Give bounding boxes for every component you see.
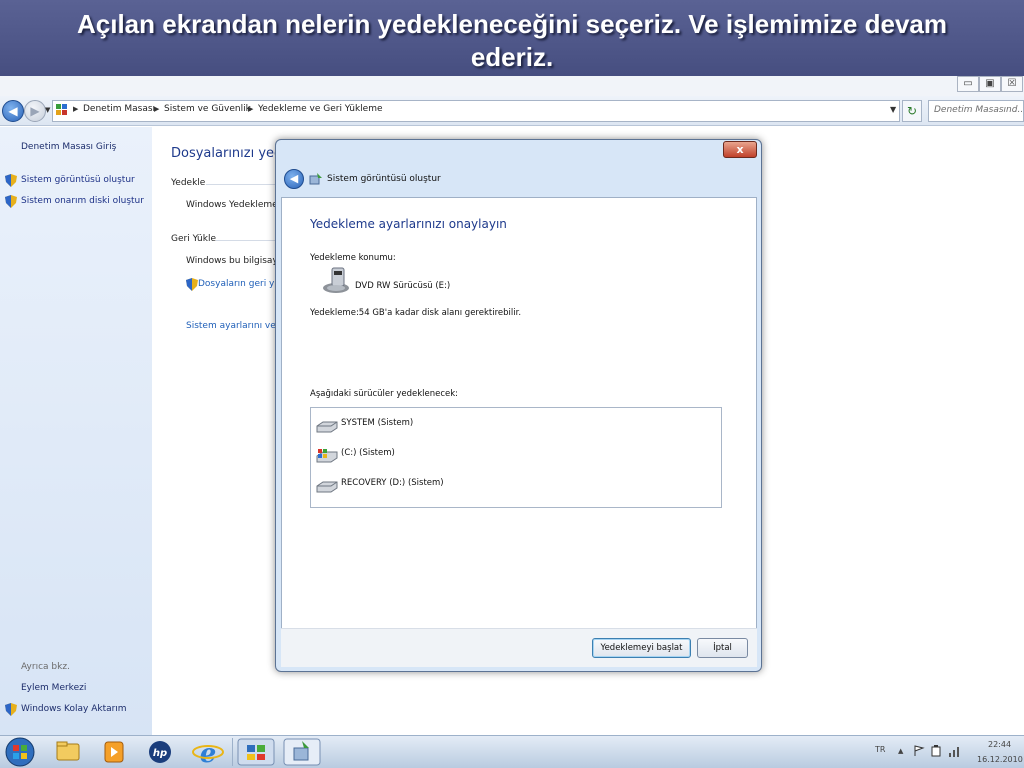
taskbar-separator bbox=[232, 738, 233, 766]
svg-text:hp: hp bbox=[153, 748, 167, 759]
media-player-icon[interactable] bbox=[94, 738, 134, 766]
hard-drive-icon bbox=[316, 481, 338, 493]
backup-status-text: Windows Yedekleme k bbox=[186, 200, 286, 210]
breadcrumb-control-panel[interactable]: Denetim Masası bbox=[83, 104, 155, 114]
start-button[interactable] bbox=[4, 736, 36, 768]
dialog-back-button[interactable]: ◀ bbox=[284, 169, 304, 189]
dialog-title: Sistem görüntüsü oluştur bbox=[327, 174, 441, 184]
restore-section-heading: Geri Yükle bbox=[171, 234, 216, 244]
close-window-button[interactable]: ☒ bbox=[1001, 76, 1023, 92]
create-system-image-dialog: x ◀ Sistem görüntüsü oluştur Yedekleme a… bbox=[275, 139, 762, 672]
easy-transfer-link[interactable]: Windows Kolay Aktarım bbox=[21, 704, 127, 714]
restore-description: Windows bu bilgisaya bbox=[186, 256, 284, 266]
minimize-button[interactable]: ▭ bbox=[957, 76, 979, 92]
explorer-taskbar-icon[interactable] bbox=[48, 738, 88, 766]
caption-line-1: Açılan ekrandan nelerin yedekleneceğini … bbox=[77, 9, 947, 39]
dialog-close-button[interactable]: x bbox=[723, 141, 757, 158]
uac-shield-icon bbox=[5, 174, 17, 187]
breadcrumb-chevron-icon: ▶ bbox=[154, 105, 160, 113]
uac-shield-icon bbox=[5, 703, 17, 716]
control-panel-taskbar-icon[interactable] bbox=[236, 738, 276, 766]
window-titlebar bbox=[0, 76, 1024, 96]
restore-files-link[interactable]: Dosyaların geri yük bbox=[198, 279, 285, 289]
see-also-label: Ayrıca bkz. bbox=[21, 662, 70, 672]
drive-list-item: SYSTEM (Sistem) bbox=[341, 418, 414, 428]
control-panel-icon bbox=[56, 104, 67, 115]
start-backup-button[interactable]: Yedeklemeyi başlat bbox=[592, 638, 691, 658]
search-input[interactable]: Denetim Masasınd... bbox=[928, 100, 1024, 122]
breadcrumb-chevron-icon: ▶ bbox=[248, 105, 254, 113]
dvd-drive-icon bbox=[323, 267, 349, 293]
backup-location-label: Yedekleme konumu: bbox=[310, 253, 396, 263]
backup-section-heading: Yedekle bbox=[171, 178, 206, 188]
hard-drive-icon bbox=[316, 421, 338, 433]
clock-date[interactable]: 16.12.2010 bbox=[977, 755, 1023, 764]
required-space-note: Yedekleme:54 GB'a kadar disk alanı gerek… bbox=[310, 308, 522, 318]
left-nav-pane bbox=[0, 127, 152, 735]
show-hidden-icons-icon[interactable]: ▲ bbox=[898, 747, 903, 755]
backup-taskbar-icon[interactable] bbox=[282, 738, 322, 766]
maximize-button[interactable]: ▣ bbox=[979, 76, 1001, 92]
internet-explorer-icon[interactable]: e bbox=[188, 738, 228, 766]
language-indicator[interactable]: TR bbox=[875, 745, 885, 754]
drives-list-label: Aşağıdaki sürücüler yedeklenecek: bbox=[310, 389, 459, 399]
clock-time[interactable]: 22:44 bbox=[988, 740, 1011, 749]
slide-caption: Açılan ekrandan nelerin yedekleneceğini … bbox=[0, 0, 1024, 76]
power-icon[interactable] bbox=[930, 745, 942, 757]
drive-list-item: (C:) (Sistem) bbox=[341, 448, 395, 458]
section-divider bbox=[216, 240, 276, 241]
cancel-button[interactable]: İptal bbox=[697, 638, 748, 658]
control-panel-home-link[interactable]: Denetim Masası Giriş bbox=[21, 142, 116, 152]
svg-text:e: e bbox=[200, 739, 217, 766]
network-icon[interactable] bbox=[948, 745, 962, 757]
dialog-heading: Yedekleme ayarlarınızı onaylayın bbox=[310, 217, 507, 231]
hp-icon[interactable]: hp bbox=[140, 738, 180, 766]
windows-drive-icon bbox=[316, 449, 338, 463]
breadcrumb-backup-restore[interactable]: Yedekleme ve Geri Yükleme bbox=[258, 104, 383, 114]
drive-list[interactable]: SYSTEM (Sistem) (C:) (Sistem) RECOVERY (… bbox=[310, 407, 722, 508]
backup-location-value: DVD RW Sürücüsü (E:) bbox=[355, 281, 451, 291]
create-system-image-link[interactable]: Sistem görüntüsü oluştur bbox=[21, 175, 135, 185]
backup-icon bbox=[309, 173, 322, 185]
section-divider bbox=[206, 184, 276, 185]
address-dropdown-icon[interactable]: ▼ bbox=[890, 105, 896, 114]
create-repair-disc-link[interactable]: Sistem onarım diski oluştur bbox=[21, 196, 144, 206]
forward-button[interactable]: ▶ bbox=[24, 100, 46, 122]
uac-shield-icon bbox=[5, 195, 17, 208]
action-center-flag-icon[interactable] bbox=[913, 745, 925, 757]
refresh-button[interactable]: ↻ bbox=[902, 100, 922, 122]
breadcrumb-chevron-icon: ▶ bbox=[73, 105, 79, 113]
drive-list-item: RECOVERY (D:) (Sistem) bbox=[341, 478, 444, 488]
caption-line-2: ederiz. bbox=[470, 42, 554, 72]
restore-system-settings-link[interactable]: Sistem ayarlarını veya bbox=[186, 321, 287, 331]
back-button[interactable]: ◀ bbox=[2, 100, 24, 122]
history-dropdown-icon[interactable]: ▼ bbox=[45, 106, 50, 114]
uac-shield-icon bbox=[186, 278, 198, 291]
action-center-link[interactable]: Eylem Merkezi bbox=[21, 683, 86, 693]
breadcrumb-system-security[interactable]: Sistem ve Güvenlik bbox=[164, 104, 251, 114]
